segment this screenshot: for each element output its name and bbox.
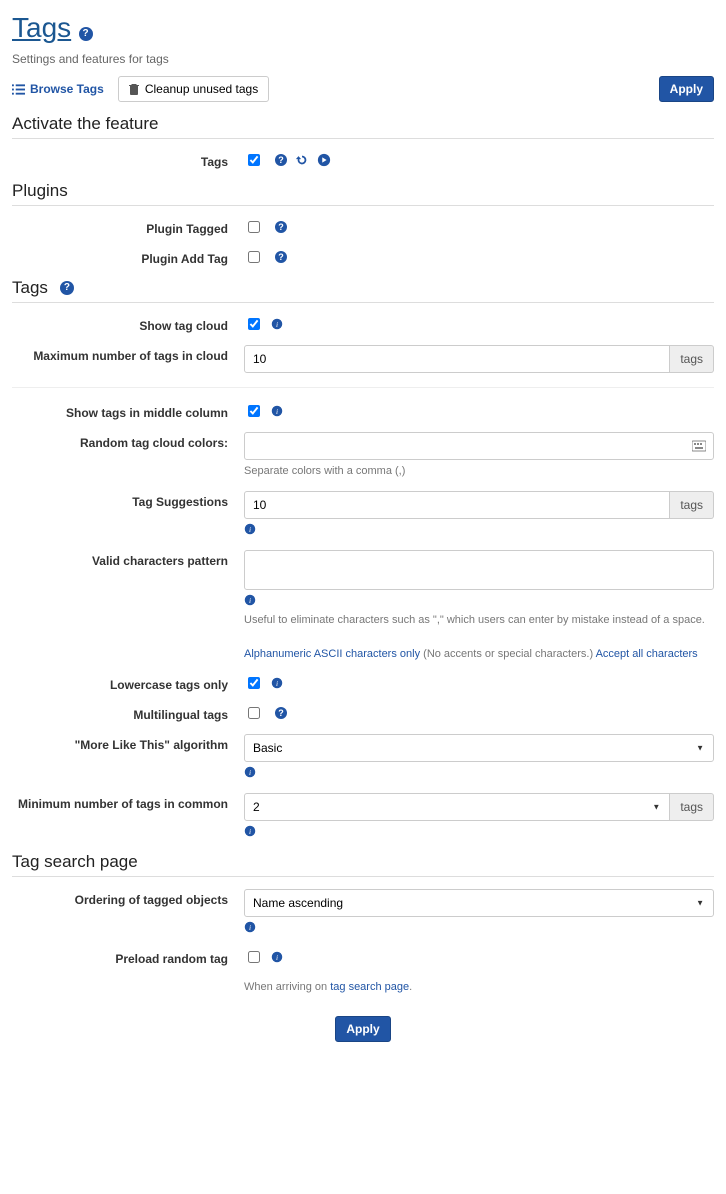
ordering-select[interactable]: Name ascending [244, 889, 714, 917]
addon-tags: tags [670, 793, 714, 821]
divider [12, 387, 714, 388]
apply-button-bottom[interactable]: Apply [335, 1016, 390, 1042]
more-like-this-select[interactable]: Basic [244, 734, 714, 762]
section-search-heading: Tag search page [12, 852, 714, 877]
multilingual-checkbox[interactable] [248, 707, 260, 719]
lowercase-only-label: Lowercase tags only [12, 674, 244, 692]
alphanumeric-link[interactable]: Alphanumeric ASCII characters only [244, 648, 420, 660]
info-icon[interactable]: i [244, 825, 256, 837]
browse-tags-label: Browse Tags [30, 82, 104, 96]
section-tags-heading: Tags ? [12, 278, 714, 303]
browse-tags-link[interactable]: Browse Tags [12, 82, 104, 96]
cleanup-unused-label: Cleanup unused tags [145, 82, 258, 96]
svg-text:i: i [249, 525, 251, 534]
svg-text:i: i [276, 320, 278, 329]
svg-text:i: i [249, 827, 251, 836]
help-icon[interactable]: ? [275, 251, 287, 263]
plugin-add-tag-label: Plugin Add Tag [12, 248, 244, 266]
multilingual-label: Multilingual tags [12, 704, 244, 722]
info-icon[interactable]: i [271, 318, 283, 330]
min-common-label: Minimum number of tags in common [12, 793, 244, 811]
random-colors-input[interactable] [244, 432, 714, 460]
page-subtitle: Settings and features for tags [12, 52, 714, 66]
preload-label: Preload random tag [12, 948, 244, 966]
svg-text:i: i [249, 596, 251, 605]
more-like-this-label: "More Like This" algorithm [12, 734, 244, 752]
preload-checkbox[interactable] [248, 951, 260, 963]
info-icon[interactable]: i [271, 951, 283, 963]
help-icon[interactable]: ? [275, 154, 287, 166]
tags-label: Tags [12, 151, 244, 169]
cleanup-unused-button[interactable]: Cleanup unused tags [118, 76, 269, 102]
plugin-tagged-label: Plugin Tagged [12, 218, 244, 236]
tag-suggestions-label: Tag Suggestions [12, 491, 244, 509]
random-colors-label: Random tag cloud colors: [12, 432, 244, 450]
valid-pattern-label: Valid characters pattern [12, 550, 244, 568]
info-icon[interactable]: i [244, 523, 256, 535]
valid-pattern-input[interactable] [244, 550, 714, 590]
show-tag-cloud-label: Show tag cloud [12, 315, 244, 333]
section-activate-heading: Activate the feature [12, 114, 714, 139]
info-icon[interactable]: i [244, 766, 256, 778]
tag-suggestions-input[interactable] [244, 491, 670, 519]
page-title[interactable]: Tags [12, 12, 71, 44]
random-colors-help: Separate colors with a comma (,) [244, 464, 714, 479]
help-icon[interactable]: ? [60, 281, 74, 295]
info-icon[interactable]: i [271, 677, 283, 689]
tags-checkbox[interactable] [248, 154, 260, 166]
help-icon[interactable]: ? [79, 27, 93, 41]
ordering-label: Ordering of tagged objects [12, 889, 244, 907]
show-middle-checkbox[interactable] [248, 405, 260, 417]
list-icon [12, 84, 25, 95]
keyboard-icon[interactable] [692, 440, 706, 452]
max-tags-cloud-input[interactable] [244, 345, 670, 373]
plugin-add-tag-checkbox[interactable] [248, 251, 260, 263]
max-tags-cloud-label: Maximum number of tags in cloud [12, 345, 244, 363]
apply-button-top[interactable]: Apply [659, 76, 714, 102]
alphanumeric-after: (No accents or special characters.) [423, 648, 593, 660]
addon-tags: tags [670, 491, 714, 519]
min-common-select[interactable]: 2 [244, 793, 670, 821]
show-tag-cloud-checkbox[interactable] [248, 318, 260, 330]
section-tags-heading-text: Tags [12, 278, 48, 298]
tag-search-page-link[interactable]: tag search page [330, 981, 409, 993]
revert-icon[interactable] [295, 153, 309, 167]
accept-all-link[interactable]: Accept all characters [596, 648, 698, 660]
svg-text:i: i [249, 923, 251, 932]
valid-pattern-help: Useful to eliminate characters such as "… [244, 613, 714, 628]
preload-help-prefix: When arriving on [244, 981, 330, 993]
help-icon[interactable]: ? [275, 707, 287, 719]
section-plugins-heading: Plugins [12, 181, 714, 206]
info-icon[interactable]: i [271, 405, 283, 417]
help-icon[interactable]: ? [275, 221, 287, 233]
plugin-tagged-checkbox[interactable] [248, 221, 260, 233]
info-icon[interactable]: i [244, 594, 256, 606]
info-icon[interactable]: i [244, 921, 256, 933]
preload-help-suffix: . [409, 981, 412, 993]
svg-text:i: i [276, 679, 278, 688]
show-middle-label: Show tags in middle column [12, 402, 244, 420]
svg-text:i: i [249, 768, 251, 777]
addon-tags: tags [670, 345, 714, 373]
svg-text:i: i [276, 953, 278, 962]
trash-icon [129, 83, 139, 95]
play-icon[interactable] [317, 153, 331, 167]
lowercase-only-checkbox[interactable] [248, 677, 260, 689]
svg-text:i: i [276, 407, 278, 416]
